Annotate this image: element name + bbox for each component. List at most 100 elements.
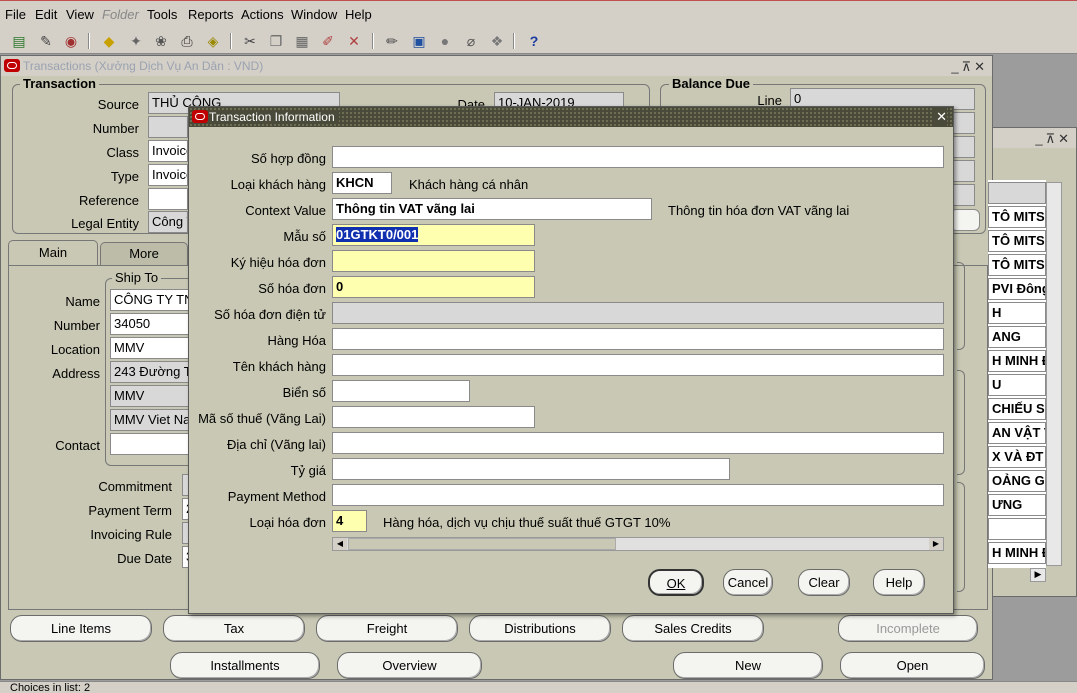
address-line-2[interactable]: MMV xyxy=(110,385,190,407)
reference-field[interactable] xyxy=(148,188,188,210)
list-item[interactable]: CHIẾU SÁ xyxy=(988,398,1046,420)
overview-label: Overview xyxy=(382,658,437,673)
ok-button[interactable]: OK xyxy=(648,569,704,596)
side-list-scrollbar[interactable] xyxy=(1046,182,1062,566)
ship-number-field[interactable]: 34050 xyxy=(110,313,190,335)
scroll-right-icon[interactable]: ▶ xyxy=(929,538,943,550)
invoice-number-field[interactable]: 0 xyxy=(332,276,535,298)
installments-button[interactable]: Installments xyxy=(170,652,320,679)
invoice-symbol-field[interactable] xyxy=(332,250,535,272)
cancel-button[interactable]: Cancel xyxy=(723,569,773,596)
new-icon[interactable]: ▤ xyxy=(9,31,29,51)
menu-tools[interactable]: Tools xyxy=(147,7,177,22)
sales-credits-button[interactable]: Sales Credits xyxy=(622,615,764,642)
list-item[interactable]: TÔ MITS xyxy=(988,254,1046,276)
tax-code-field[interactable] xyxy=(332,406,535,428)
balance-button[interactable] xyxy=(950,209,980,231)
invoice-type-field[interactable]: 4 xyxy=(332,510,367,532)
scroll-right-icon[interactable]: ▶ xyxy=(1030,568,1046,582)
incomplete-button[interactable]: Incomplete xyxy=(838,615,978,642)
class-field[interactable]: Invoice xyxy=(148,140,188,162)
list-item[interactable]: H MINH Đ xyxy=(988,350,1046,372)
address-line-1[interactable]: 243 Đường T xyxy=(110,361,190,383)
address-walkin-field[interactable] xyxy=(332,432,944,454)
zoom-icon[interactable]: ▣ xyxy=(409,31,429,51)
clear-button[interactable]: Clear xyxy=(798,569,850,596)
copy-icon[interactable]: ❐ xyxy=(266,31,286,51)
tab-main[interactable]: Main xyxy=(8,240,98,266)
menu-window[interactable]: Window xyxy=(291,7,337,22)
number-field[interactable] xyxy=(148,116,188,138)
payment-method-label: Payment Method xyxy=(227,489,326,504)
list-item[interactable]: OẢNG G xyxy=(988,470,1046,492)
name-field[interactable]: CÔNG TY TN xyxy=(110,289,190,311)
list-item[interactable]: X VÀ ĐT xyxy=(988,446,1046,468)
exchange-rate-field[interactable] xyxy=(332,458,730,480)
contact-field[interactable] xyxy=(110,433,190,455)
print-icon[interactable]: ⎙ xyxy=(177,31,197,51)
help-button[interactable]: Help xyxy=(873,569,925,596)
open-label: Open xyxy=(896,658,929,673)
overview-button[interactable]: Overview xyxy=(337,652,482,679)
payment-method-field[interactable] xyxy=(332,484,944,506)
next-step-icon[interactable]: ✦ xyxy=(126,31,146,51)
type-field[interactable]: Invoice xyxy=(148,164,188,186)
menu-actions[interactable]: Actions xyxy=(241,7,284,22)
customer-name-field[interactable] xyxy=(332,354,944,376)
new-button[interactable]: New xyxy=(673,652,823,679)
contract-number-field[interactable] xyxy=(332,146,944,168)
ship-to-title: Ship To xyxy=(112,270,162,285)
close-icon[interactable]: ✕ xyxy=(933,107,947,127)
list-item[interactable] xyxy=(988,518,1046,540)
menu-file[interactable]: File xyxy=(5,7,26,22)
list-item[interactable]: TÔ MITS xyxy=(988,230,1046,252)
menu-reports[interactable]: Reports xyxy=(188,7,234,22)
edit-field-icon[interactable]: ✏ xyxy=(382,31,402,51)
list-item[interactable]: ƯNG xyxy=(988,494,1046,516)
translations-icon[interactable]: ● xyxy=(435,31,455,51)
legal-entity-field[interactable]: Công T xyxy=(148,211,188,233)
menu-folder[interactable]: Folder xyxy=(102,7,139,22)
menu-view[interactable]: View xyxy=(66,7,94,22)
help-icon[interactable]: ? xyxy=(524,31,544,51)
list-item[interactable]: ANG xyxy=(988,326,1046,348)
list-item[interactable]: AN VẬT T xyxy=(988,422,1046,444)
address-line-3[interactable]: MMV Viet Na xyxy=(110,409,190,431)
navigator-icon[interactable]: ◉ xyxy=(61,31,81,51)
clear-record-icon[interactable]: ✐ xyxy=(318,31,338,51)
scroll-thumb[interactable] xyxy=(348,538,616,550)
list-item[interactable]: TÔ MITS xyxy=(988,206,1046,228)
distributions-button[interactable]: Distributions xyxy=(469,615,611,642)
cut-icon[interactable]: ✂ xyxy=(240,31,260,51)
scroll-left-icon[interactable]: ◀ xyxy=(333,538,347,550)
delete-record-icon[interactable]: ✕ xyxy=(344,31,364,51)
find-icon[interactable]: ✎ xyxy=(36,31,56,51)
window-controls[interactable]: _⊼✕ xyxy=(1035,129,1072,149)
list-item[interactable]: H xyxy=(988,302,1046,324)
location-field[interactable]: MMV xyxy=(110,337,190,359)
line-items-button[interactable]: Line Items xyxy=(10,615,152,642)
tax-button[interactable]: Tax xyxy=(163,615,305,642)
switch-responsibility-icon[interactable]: ❀ xyxy=(151,31,171,51)
license-plate-field[interactable] xyxy=(332,380,470,402)
menu-edit[interactable]: Edit xyxy=(35,7,57,22)
paste-icon[interactable]: ▦ xyxy=(292,31,312,51)
tab-more[interactable]: More xyxy=(100,242,188,265)
dialog-hscrollbar[interactable]: ◀ ▶ xyxy=(332,537,944,551)
open-button[interactable]: Open xyxy=(840,652,985,679)
attachments-icon[interactable]: ⌀ xyxy=(461,31,481,51)
goods-field[interactable] xyxy=(332,328,944,350)
freight-button[interactable]: Freight xyxy=(316,615,458,642)
e-invoice-number-field[interactable] xyxy=(332,302,944,324)
folder-tools-icon[interactable]: ❖ xyxy=(487,31,507,51)
save-icon[interactable]: ◆ xyxy=(99,31,119,51)
template-number-field[interactable]: 01GTKT0/001 xyxy=(332,224,535,246)
close-form-icon[interactable]: ◈ xyxy=(203,31,223,51)
menu-help[interactable]: Help xyxy=(345,7,372,22)
window-controls[interactable]: _⊼✕ xyxy=(951,57,988,77)
list-item[interactable]: PVI Đông xyxy=(988,278,1046,300)
list-item[interactable]: U xyxy=(988,374,1046,396)
customer-type-field[interactable]: KHCN xyxy=(332,172,392,194)
list-item[interactable]: H MINH Đ xyxy=(988,542,1046,564)
context-value-field[interactable]: Thông tin VAT vãng lai xyxy=(332,198,652,220)
